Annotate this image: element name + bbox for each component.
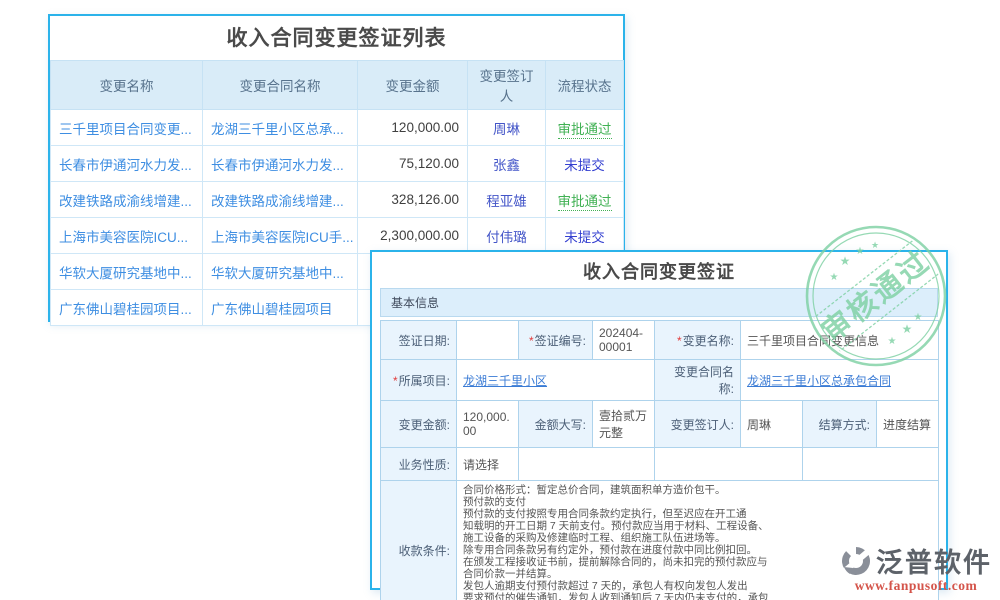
required-asterisk: * — [677, 334, 682, 348]
amount-words-field: 壹拾贰万元整 — [593, 401, 655, 448]
col-header-amount: 变更金额 — [358, 61, 468, 110]
change-contract-label: 变更合同名称: — [655, 360, 741, 401]
settle-method-field[interactable]: 进度结算 — [877, 401, 939, 448]
form-title: 收入合同变更签证 — [372, 252, 946, 288]
form-panel: 收入合同变更签证 基本信息 签证日期: *签证编号: 202404-00001 … — [370, 250, 948, 590]
cell-amount: 2,300,000.00 — [358, 218, 468, 254]
change-name-field[interactable]: 三千里项目合同变更信息 — [741, 321, 939, 360]
biz-nature-select[interactable]: 请选择 — [457, 448, 519, 481]
fanpu-logo-icon — [840, 545, 872, 577]
cell-signer: 张鑫 — [468, 146, 546, 182]
table-row[interactable]: 上海市美容医院ICU... 上海市美容医院ICU手... 2,300,000.0… — [51, 218, 624, 254]
signer-field[interactable]: 周琳 — [741, 401, 803, 448]
screen: 收入合同变更签证列表 变更名称 变更合同名称 变更金额 变更签订人 流程状态 三… — [0, 0, 1000, 600]
sign-date-label: 签证日期: — [381, 321, 457, 360]
cell-contract-name[interactable]: 广东佛山碧桂园项目 — [203, 290, 358, 326]
change-name-label: *变更名称: — [655, 321, 741, 360]
sign-date-field[interactable] — [457, 321, 519, 360]
fanpu-logo: 泛普软件 www.fanpusoft.com — [840, 541, 992, 594]
payment-terms-label: 收款条件: — [381, 481, 457, 600]
table-row[interactable]: 长春市伊通河水力发... 长春市伊通河水力发... 75,120.00 张鑫 未… — [51, 146, 624, 182]
cell-contract-name[interactable]: 改建铁路成渝线增建... — [203, 182, 358, 218]
section-header-basic-info: 基本信息 — [380, 288, 938, 317]
amount-field[interactable]: 120,000.00 — [457, 401, 519, 448]
status-badge[interactable]: 未提交 — [564, 158, 605, 173]
status-badge[interactable]: 审批通过 — [558, 194, 612, 211]
empty-cell — [519, 448, 655, 481]
col-header-contract-name: 变更合同名称 — [203, 61, 358, 110]
cell-change-name[interactable]: 改建铁路成渝线增建... — [51, 182, 203, 218]
cell-status[interactable]: 审批通过 — [546, 182, 624, 218]
empty-cell — [803, 448, 939, 481]
change-contract-field[interactable]: 龙湖三千里小区总承包合同 — [741, 360, 939, 401]
cell-contract-name[interactable]: 上海市美容医院ICU手... — [203, 218, 358, 254]
cell-change-name[interactable]: 三千里项目合同变更... — [51, 110, 203, 146]
empty-cell — [655, 448, 803, 481]
required-asterisk: * — [393, 374, 398, 388]
fanpu-logo-url: www.fanpusoft.com — [840, 578, 992, 594]
cell-contract-name[interactable]: 华软大厦研究基地中... — [203, 254, 358, 290]
cell-signer: 程亚雄 — [468, 182, 546, 218]
cell-amount: 328,126.00 — [358, 182, 468, 218]
status-badge[interactable]: 审批通过 — [558, 122, 612, 139]
cell-change-name[interactable]: 长春市伊通河水力发... — [51, 146, 203, 182]
col-header-signer: 变更签订人 — [468, 61, 546, 110]
amount-words-label: 金额大写: — [519, 401, 593, 448]
cell-change-name[interactable]: 华软大厦研究基地中... — [51, 254, 203, 290]
amount-label: 变更金额: — [381, 401, 457, 448]
project-field[interactable]: 龙湖三千里小区 — [457, 360, 655, 401]
cell-status[interactable]: 未提交 — [546, 146, 624, 182]
col-header-status: 流程状态 — [546, 61, 624, 110]
cell-amount: 120,000.00 — [358, 110, 468, 146]
table-row[interactable]: 三千里项目合同变更... 龙湖三千里小区总承... 120,000.00 周琳 … — [51, 110, 624, 146]
cell-signer: 周琳 — [468, 110, 546, 146]
list-title: 收入合同变更签证列表 — [50, 16, 623, 60]
change-contract-link[interactable]: 龙湖三千里小区总承包合同 — [747, 374, 891, 388]
col-header-change-name: 变更名称 — [51, 61, 203, 110]
cell-change-name[interactable]: 上海市美容医院ICU... — [51, 218, 203, 254]
cell-change-name[interactable]: 广东佛山碧桂园项目... — [51, 290, 203, 326]
required-asterisk: * — [529, 334, 534, 348]
status-badge[interactable]: 未提交 — [564, 230, 605, 245]
table-row[interactable]: 改建铁路成渝线增建... 改建铁路成渝线增建... 328,126.00 程亚雄… — [51, 182, 624, 218]
cell-signer: 付伟璐 — [468, 218, 546, 254]
biz-nature-label: 业务性质: — [381, 448, 457, 481]
signer-label: 变更签订人: — [655, 401, 741, 448]
project-label: *所属项目: — [381, 360, 457, 401]
sign-no-label: *签证编号: — [519, 321, 593, 360]
svg-text:★: ★ — [871, 240, 879, 250]
cell-contract-name[interactable]: 长春市伊通河水力发... — [203, 146, 358, 182]
table-header-row: 变更名称 变更合同名称 变更金额 变更签订人 流程状态 — [51, 61, 624, 110]
sign-no-field: 202404-00001 — [593, 321, 655, 360]
cell-status[interactable]: 审批通过 — [546, 110, 624, 146]
cell-status[interactable]: 未提交 — [546, 218, 624, 254]
settle-method-label: 结算方式: — [803, 401, 877, 448]
fanpu-logo-text: 泛普软件 — [876, 541, 992, 580]
cell-amount: 75,120.00 — [358, 146, 468, 182]
project-link[interactable]: 龙湖三千里小区 — [463, 374, 547, 388]
cell-contract-name[interactable]: 龙湖三千里小区总承... — [203, 110, 358, 146]
